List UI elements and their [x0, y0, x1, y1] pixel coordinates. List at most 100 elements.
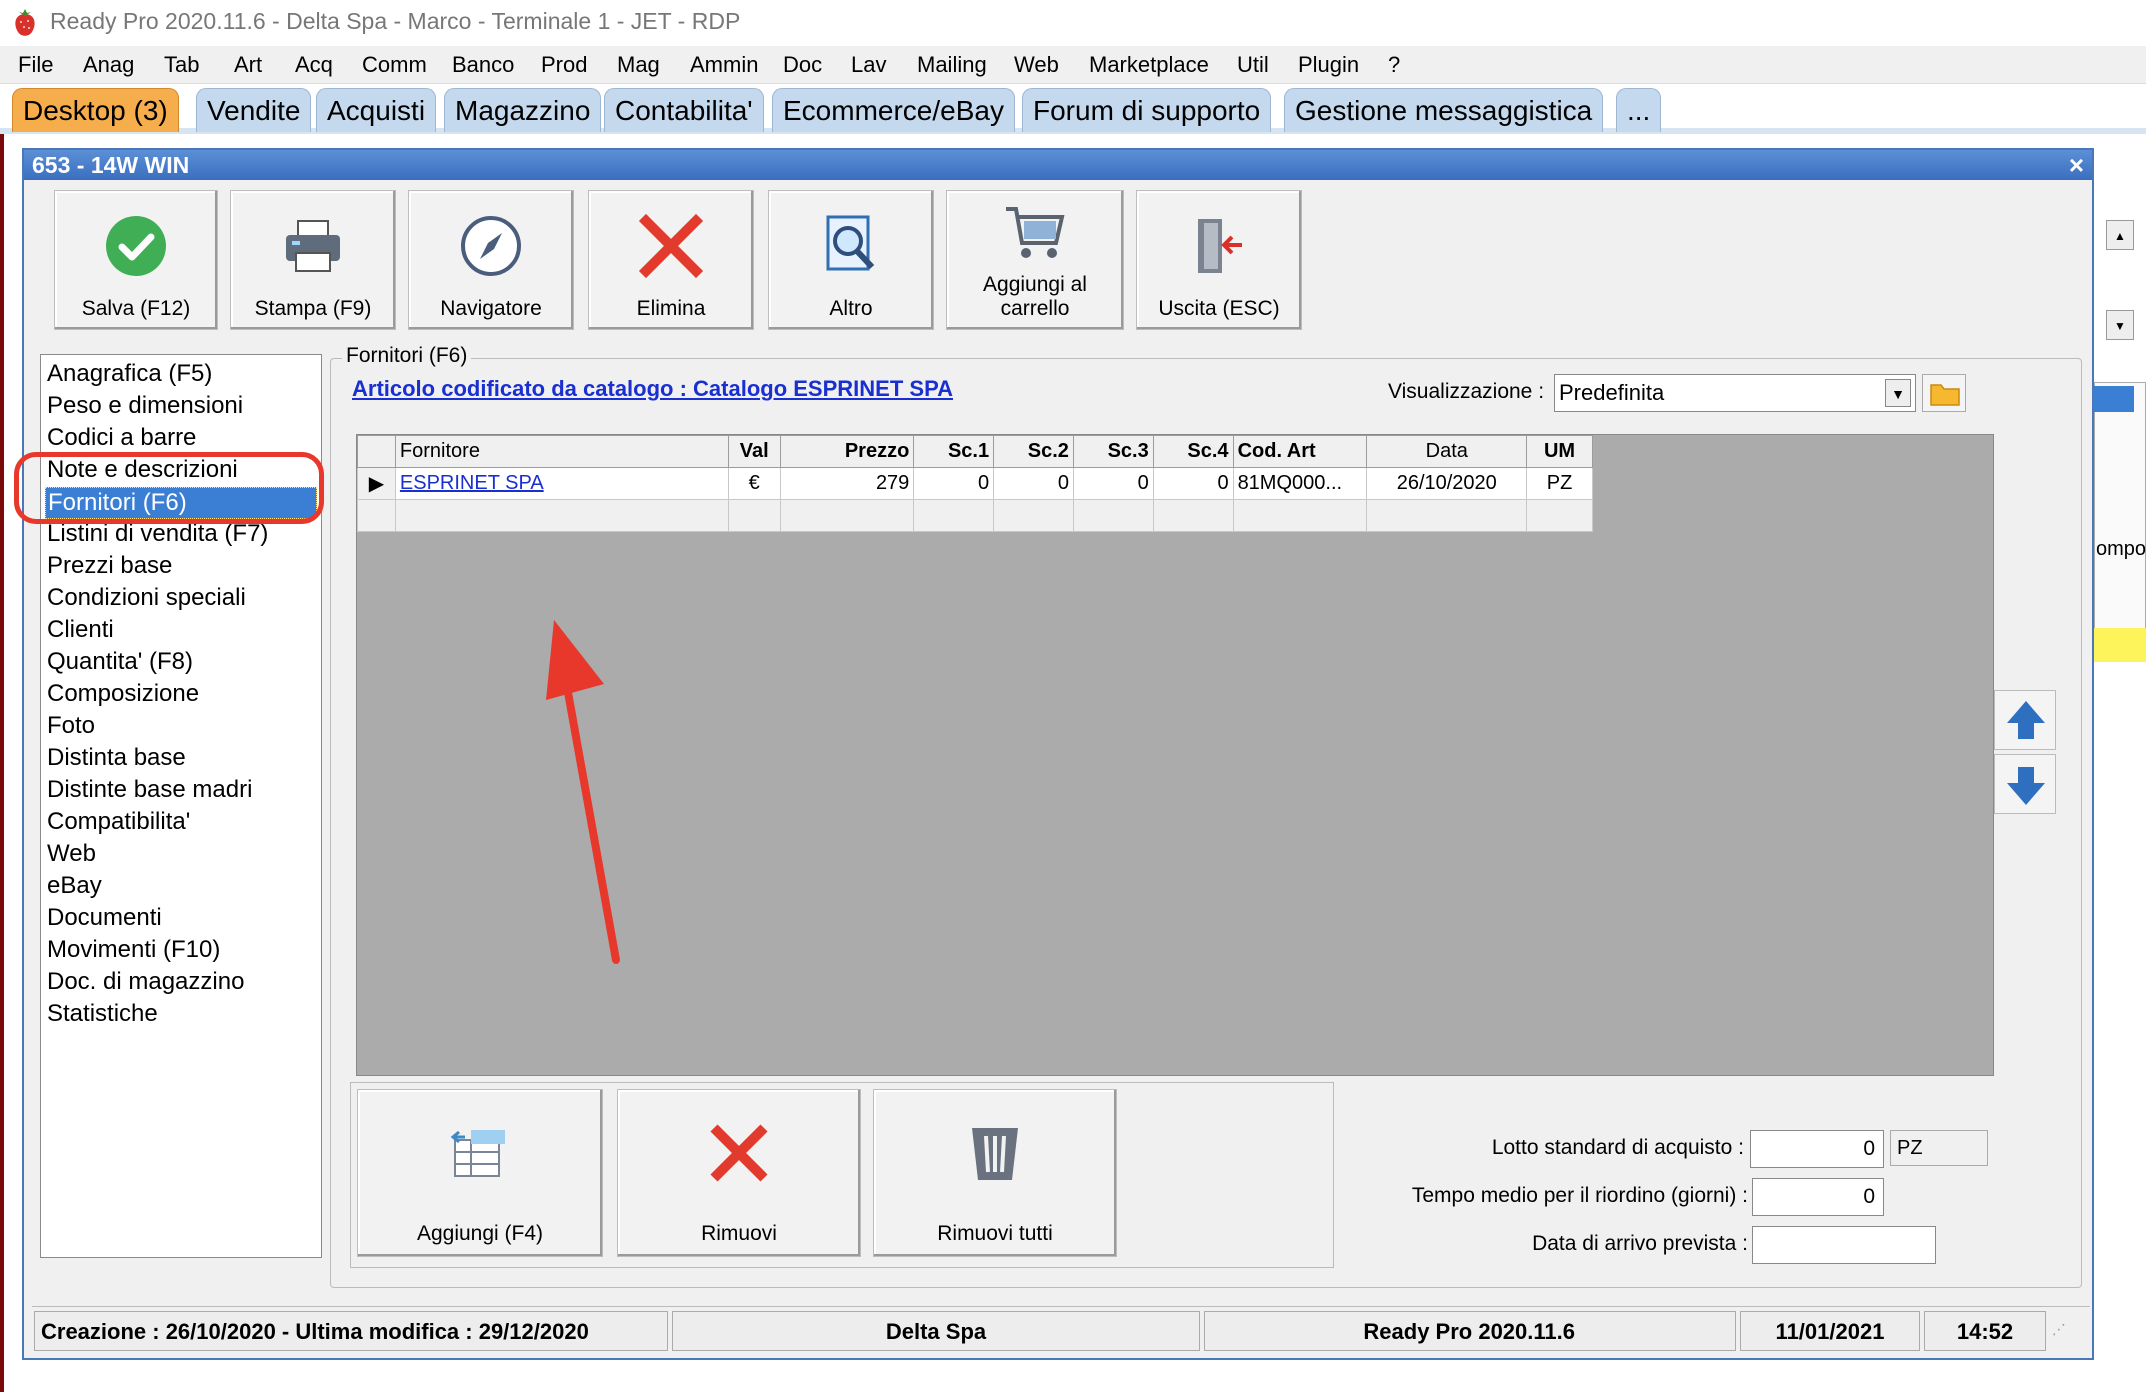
- menu-marketplace[interactable]: Marketplace: [1089, 52, 1209, 78]
- menu-file[interactable]: File: [18, 52, 53, 78]
- reorder-input[interactable]: 0: [1752, 1178, 1884, 1216]
- cell-sc1[interactable]: 0: [913, 467, 995, 500]
- nav-item-doc-magazzino[interactable]: Doc. di magazzino: [47, 967, 244, 997]
- col-cod-art[interactable]: Cod. Art: [1232, 435, 1368, 468]
- menu-tab[interactable]: Tab: [164, 52, 199, 78]
- tab-desktop[interactable]: Desktop (3): [12, 88, 179, 132]
- nav-item-statistiche[interactable]: Statistiche: [47, 999, 158, 1029]
- cell-sc4[interactable]: 0: [1152, 467, 1234, 500]
- status-date: 11/01/2021: [1740, 1311, 1920, 1351]
- new-row-cell[interactable]: [993, 499, 1074, 532]
- col-um[interactable]: UM: [1526, 435, 1593, 468]
- remove-button[interactable]: Rimuovi: [617, 1089, 861, 1257]
- cell-um[interactable]: PZ: [1526, 467, 1593, 500]
- menu-util[interactable]: Util: [1237, 52, 1269, 78]
- delete-button[interactable]: Elimina: [588, 190, 754, 330]
- col-prezzo[interactable]: Prezzo: [779, 435, 915, 468]
- nav-item-distinte-madri[interactable]: Distinte base madri: [47, 775, 252, 805]
- new-row-cell[interactable]: [1366, 499, 1528, 532]
- view-select[interactable]: Predefinita ▼: [1554, 374, 1916, 412]
- navigator-button[interactable]: Navigatore: [408, 190, 574, 330]
- tab-messaggistica[interactable]: Gestione messaggistica: [1284, 88, 1604, 132]
- nav-item-peso[interactable]: Peso e dimensioni: [47, 391, 243, 421]
- nav-item-condizioni[interactable]: Condizioni speciali: [47, 583, 246, 613]
- move-down-button[interactable]: [1994, 754, 2056, 814]
- cell-fornitore[interactable]: ESPRINET SPA: [394, 467, 729, 500]
- tab-contabilita[interactable]: Contabilita': [604, 88, 764, 132]
- menu-comm[interactable]: Comm: [362, 52, 427, 78]
- exit-button[interactable]: Uscita (ESC): [1136, 190, 1302, 330]
- menu-doc[interactable]: Doc: [783, 52, 822, 78]
- cell-sc3[interactable]: 0: [1072, 467, 1154, 500]
- remove-all-button[interactable]: Rimuovi tutti: [873, 1089, 1117, 1257]
- menu-ammin[interactable]: Ammin: [690, 52, 758, 78]
- menu-banco[interactable]: Banco: [452, 52, 514, 78]
- cell-prezzo[interactable]: 279: [779, 467, 915, 500]
- nav-item-foto[interactable]: Foto: [47, 711, 95, 741]
- col-fornitore[interactable]: Fornitore: [394, 435, 729, 468]
- print-button[interactable]: Stampa (F9): [230, 190, 396, 330]
- nav-item-quantita[interactable]: Quantita' (F8): [47, 647, 193, 677]
- nav-item-documenti[interactable]: Documenti: [47, 903, 162, 933]
- catalog-link[interactable]: Articolo codificato da catalogo : Catalo…: [352, 376, 953, 402]
- menu-lav[interactable]: Lav: [851, 52, 886, 78]
- table-row[interactable]: ▶ ESPRINET SPA € 279 0 0 0 0 81MQ000... …: [357, 467, 1593, 500]
- nav-item-anagrafica[interactable]: Anagrafica (F5): [47, 359, 212, 389]
- menu-web[interactable]: Web: [1014, 52, 1059, 78]
- nav-item-movimenti[interactable]: Movimenti (F10): [47, 935, 220, 965]
- col-sc3[interactable]: Sc.3: [1072, 435, 1154, 468]
- new-row-cell[interactable]: [1072, 499, 1154, 532]
- tab-magazzino[interactable]: Magazzino: [444, 88, 602, 132]
- folder-button[interactable]: [1922, 374, 1966, 412]
- nav-item-ebay[interactable]: eBay: [47, 871, 102, 901]
- trash-icon: [972, 1128, 1018, 1180]
- chevron-down-icon[interactable]: ▼: [1885, 379, 1911, 407]
- tab-vendite[interactable]: Vendite: [196, 88, 312, 132]
- add-supplier-button[interactable]: Aggiungi (F4): [357, 1089, 603, 1257]
- cell-data[interactable]: 26/10/2020: [1366, 467, 1528, 500]
- cell-cod-art[interactable]: 81MQ000...: [1232, 467, 1368, 500]
- cell-sc2[interactable]: 0: [993, 467, 1074, 500]
- col-val[interactable]: Val: [727, 435, 781, 468]
- nav-item-distinta-base[interactable]: Distinta base: [47, 743, 186, 773]
- cell-val[interactable]: €: [727, 467, 781, 500]
- menu-prod[interactable]: Prod: [541, 52, 587, 78]
- save-button[interactable]: Salva (F12): [54, 190, 218, 330]
- menu-help[interactable]: ?: [1388, 52, 1400, 78]
- dialog-close-button[interactable]: ×: [2069, 150, 2084, 181]
- resize-grip-icon[interactable]: ⋰: [2052, 1321, 2066, 1338]
- new-row-cell[interactable]: [913, 499, 995, 532]
- menu-art[interactable]: Art: [234, 52, 262, 78]
- new-row-cell[interactable]: [1232, 499, 1368, 532]
- table-row-new[interactable]: [357, 499, 1593, 532]
- menu-mailing[interactable]: Mailing: [917, 52, 987, 78]
- nav-item-composizione[interactable]: Composizione: [47, 679, 199, 709]
- menu-plugin[interactable]: Plugin: [1298, 52, 1359, 78]
- new-row-cell[interactable]: [1152, 499, 1234, 532]
- new-row-cell[interactable]: [1526, 499, 1593, 532]
- col-data[interactable]: Data: [1366, 435, 1528, 468]
- arrival-date-input[interactable]: [1752, 1226, 1936, 1264]
- menu-mag[interactable]: Mag: [617, 52, 660, 78]
- tab-acquisti[interactable]: Acquisti: [316, 88, 437, 132]
- col-sc1[interactable]: Sc.1: [913, 435, 995, 468]
- col-sc2[interactable]: Sc.2: [993, 435, 1074, 468]
- lot-input[interactable]: 0: [1750, 1130, 1884, 1168]
- nav-item-web[interactable]: Web: [47, 839, 96, 869]
- new-row-cell[interactable]: [394, 499, 729, 532]
- add-to-cart-button[interactable]: Aggiungi al carrello: [946, 190, 1124, 330]
- new-row-cell[interactable]: [779, 499, 915, 532]
- tab-ecommerce[interactable]: Ecommerce/eBay: [772, 88, 1015, 132]
- other-button[interactable]: Altro: [768, 190, 934, 330]
- move-up-button[interactable]: [1994, 690, 2056, 750]
- col-sc4[interactable]: Sc.4: [1152, 435, 1234, 468]
- nav-item-compatibilita[interactable]: Compatibilita': [47, 807, 190, 837]
- nav-item-clienti[interactable]: Clienti: [47, 615, 114, 645]
- nav-item-prezzi-base[interactable]: Prezzi base: [47, 551, 172, 581]
- tab-more[interactable]: ...: [1616, 88, 1662, 132]
- tab-forum[interactable]: Forum di supporto: [1022, 88, 1272, 132]
- menu-acq[interactable]: Acq: [295, 52, 333, 78]
- menu-anag[interactable]: Anag: [83, 52, 134, 78]
- new-row-cell[interactable]: [727, 499, 781, 532]
- nav-item-codici[interactable]: Codici a barre: [47, 423, 196, 453]
